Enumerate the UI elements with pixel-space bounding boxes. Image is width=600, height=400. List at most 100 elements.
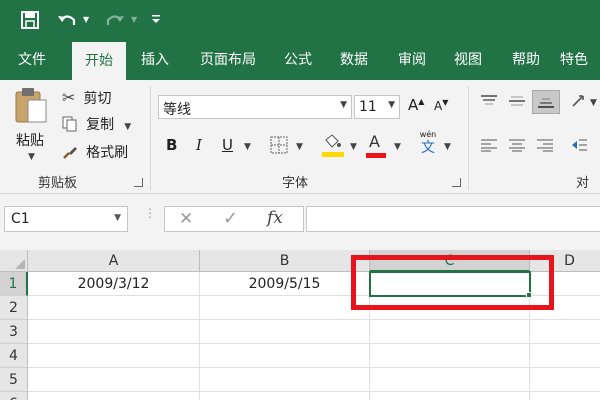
shrink-font-button[interactable]: A▼ [434,98,448,113]
enter-icon[interactable]: ✓ [223,208,238,229]
paste-button[interactable]: 粘贴 ▼ [10,86,54,166]
font-size-value: 11 [359,99,377,115]
fill-color-dropdown-icon[interactable]: ▼ [350,142,357,152]
borders-dropdown-icon[interactable]: ▼ [296,142,303,152]
decrease-indent-button[interactable] [570,136,588,158]
row-header-4[interactable]: 4 [0,344,28,368]
tab-featured[interactable]: 特色 [560,40,600,80]
grow-font-icon: ▲ [418,97,425,106]
column-header-a[interactable]: A [28,250,200,272]
font-name-dropdown-icon[interactable]: ▼ [340,100,347,110]
align-center-icon [509,139,525,152]
align-bottom-icon [538,98,554,108]
cell-c3[interactable] [370,320,530,344]
formula-input[interactable] [306,206,600,232]
clipboard-dialog-launcher[interactable] [134,178,143,187]
column-header-b[interactable]: B [200,250,370,272]
cell-d4[interactable] [530,344,600,368]
customize-quick-access-icon[interactable] [150,12,162,26]
font-size-combo[interactable]: 11 ▼ [354,95,400,119]
cell-a6[interactable] [28,392,200,400]
grow-font-label: A [408,96,419,114]
group-separator [150,86,151,190]
undo-icon[interactable] [56,10,78,30]
cell-a3[interactable] [28,320,200,344]
tab-formulas[interactable]: 公式 [274,40,322,80]
undo-dropdown-icon[interactable]: ▼ [83,15,89,24]
cell-b5[interactable] [200,368,370,392]
redo-icon [104,10,126,30]
cell-d5[interactable] [530,368,600,392]
copy-label: 复制 [86,117,115,133]
cancel-icon[interactable]: ✕ [179,209,193,229]
align-middle-button[interactable] [508,94,526,112]
font-name-value: 等线 [163,102,191,118]
cell-b3[interactable] [200,320,370,344]
copy-button[interactable]: 复制 ▼ [62,114,131,136]
copy-icon [62,116,77,132]
cut-button[interactable]: ✂ 剪切 [62,88,112,110]
align-top-button[interactable] [480,94,498,112]
tab-page-layout[interactable]: 页面布局 [190,40,266,80]
font-dialog-launcher[interactable] [452,178,461,187]
tab-data[interactable]: 数据 [330,40,378,80]
row-header-6[interactable]: 6 [0,392,28,400]
tab-review[interactable]: 审阅 [388,40,436,80]
align-left-button[interactable] [480,138,498,156]
pinyin-button[interactable]: wén 文 [418,130,438,162]
cell-c6[interactable] [370,392,530,400]
tab-home[interactable]: 开始 [72,42,126,80]
pinyin-dropdown-icon[interactable]: ▼ [444,142,451,152]
cell-b1[interactable]: 2009/5/15 [200,272,370,296]
orientation-dropdown-icon[interactable]: ▼ [590,98,597,108]
cell-b2[interactable] [200,296,370,320]
font-name-combo[interactable]: 等线 ▼ [158,95,352,119]
scissors-icon: ✂ [62,88,76,107]
formula-bar-splitter[interactable]: ⋮ [144,207,156,228]
grow-font-button[interactable]: A▲ [408,96,424,114]
tab-file[interactable]: 文件 [6,40,58,80]
font-size-dropdown-icon[interactable]: ▼ [388,100,395,110]
borders-icon [270,136,288,154]
bold-button[interactable]: B [166,136,177,154]
insert-function-button[interactable]: fx [267,208,283,228]
fill-color-button[interactable] [322,134,346,160]
cell-a5[interactable] [28,368,200,392]
row-header-2[interactable]: 2 [0,296,28,320]
save-icon[interactable] [20,10,40,30]
cell-b6[interactable] [200,392,370,400]
cell-a1[interactable]: 2009/3/12 [28,272,200,296]
tab-insert[interactable]: 插入 [132,40,178,80]
cell-b4[interactable] [200,344,370,368]
underline-dropdown-icon[interactable]: ▼ [244,142,251,152]
row-header-3[interactable]: 3 [0,320,28,344]
tab-help[interactable]: 帮助 [502,40,550,80]
tab-view[interactable]: 视图 [444,40,492,80]
font-color-button[interactable]: A [366,132,388,160]
cell-c4[interactable] [370,344,530,368]
name-box[interactable]: C1 ▼ [4,206,128,232]
italic-button[interactable]: I [196,136,202,154]
copy-dropdown-icon[interactable]: ▼ [124,122,131,132]
cell-c5[interactable] [370,368,530,392]
cell-d3[interactable] [530,320,600,344]
align-right-button[interactable] [536,138,554,156]
paste-dropdown-icon: ▼ [28,152,35,162]
borders-button[interactable] [270,136,288,158]
format-painter-button[interactable]: 格式刷 [62,142,128,164]
orientation-button[interactable] [570,92,588,114]
select-all-button[interactable] [0,250,28,272]
row-header-5[interactable]: 5 [0,368,28,392]
align-center-button[interactable] [508,138,526,156]
cell-d6[interactable] [530,392,600,400]
name-box-dropdown-icon[interactable]: ▼ [114,213,121,223]
cell-a4[interactable] [28,344,200,368]
underline-button[interactable]: U [222,136,233,154]
paste-label: 粘贴 [16,133,44,149]
font-color-dropdown-icon[interactable]: ▼ [394,142,401,152]
align-bottom-button[interactable] [532,90,560,114]
cell-a2[interactable] [28,296,200,320]
row-header-1[interactable]: 1 [0,272,28,296]
worksheet-grid: A B C D 1 2 3 4 5 6 2009/3/12 2009/5/15 [0,250,600,400]
clipboard-icon [15,88,47,123]
